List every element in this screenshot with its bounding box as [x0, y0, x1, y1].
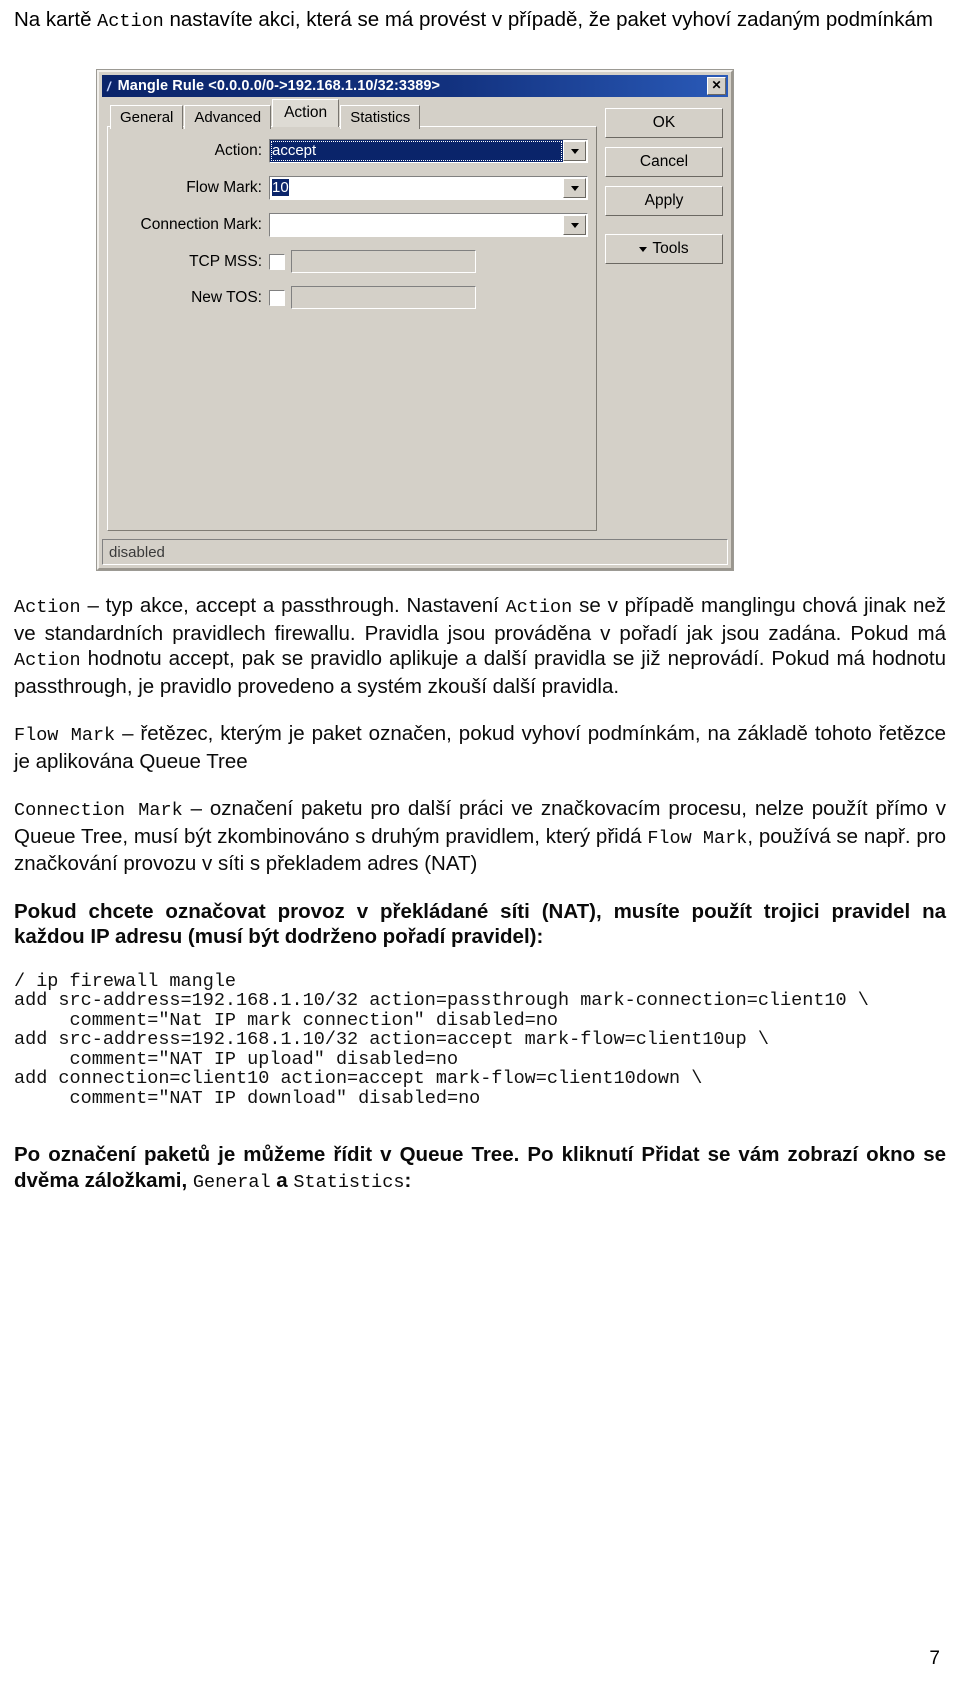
page-number: 7 — [929, 1648, 940, 1669]
apply-button[interactable]: Apply — [605, 186, 723, 216]
connection-mark-combobox[interactable] — [269, 213, 588, 237]
flow-mark-field-row: Flow Mark: 10 — [112, 176, 588, 200]
connection-mark-value[interactable] — [270, 214, 563, 236]
new-tos-input[interactable] — [291, 286, 476, 309]
final-text-3: : — [404, 1168, 412, 1192]
queue-tree-block: Po označení paketů je můžeme řídit v Que… — [14, 1142, 946, 1195]
mangle-rule-window: / Mangle Rule <0.0.0.0/0->192.168.1.10/3… — [96, 69, 734, 571]
new-tos-checkbox[interactable] — [269, 289, 285, 306]
action-text-3: hodnotu accept, pak se pravidlo aplikuje… — [14, 647, 946, 698]
dialog-button-column: OK Cancel Apply Tools — [605, 102, 723, 531]
intro-text-before: Na kartě — [14, 8, 98, 31]
term-flow-mark-2: Flow Mark — [647, 827, 748, 849]
nat-instruction-block: Pokud chcete označovat provoz v překláda… — [14, 899, 946, 950]
chevron-down-icon — [570, 148, 579, 154]
flow-mark-value: 10 — [272, 179, 289, 196]
intro-text-after: nastavíte akci, která se má provést v př… — [163, 8, 933, 31]
flow-mark-paragraph: Flow Mark – řetězec, kterým je paket ozn… — [14, 721, 946, 774]
final-text-2: a — [270, 1168, 294, 1192]
new-tos-field-row: New TOS: — [112, 286, 588, 309]
close-icon[interactable]: ✕ — [707, 77, 726, 95]
tcp-mss-checkbox[interactable] — [269, 253, 285, 270]
tab-general[interactable]: General — [110, 105, 184, 129]
action-description-block: Action – typ akce, accept a passthrough.… — [14, 593, 946, 699]
action-combobox[interactable]: accept — [269, 139, 588, 163]
screenshot-figure: / Mangle Rule <0.0.0.0/0->192.168.1.10/3… — [14, 69, 946, 571]
cli-code-block: / ip firewall mangle add src-address=192… — [14, 970, 946, 1109]
status-text: disabled — [109, 543, 165, 561]
term-flow-mark: Flow Mark — [14, 725, 116, 746]
ok-button[interactable]: OK — [605, 108, 723, 138]
tab-statistics[interactable]: Statistics — [340, 105, 421, 129]
term-action-2: Action — [505, 597, 573, 618]
term-general: General — [192, 1171, 271, 1193]
cancel-button[interactable]: Cancel — [605, 147, 723, 177]
connection-mark-field-row: Connection Mark: — [112, 213, 588, 237]
flow-mark-text: – řetězec, kterým je paket označen, poku… — [14, 722, 946, 773]
connection-mark-label: Connection Mark: — [140, 216, 262, 233]
connection-mark-paragraph: Connection Mark – označení paketu pro da… — [14, 796, 946, 877]
term-action: Action — [14, 597, 81, 618]
action-field-row: Action: accept — [112, 139, 588, 163]
tab-strip: General Advanced Action Statistics — [107, 99, 597, 129]
connection-mark-description-block: Connection Mark – označení paketu pro da… — [14, 796, 946, 877]
tcp-mss-label: TCP MSS: — [189, 252, 262, 270]
tcp-mss-input[interactable] — [291, 250, 476, 273]
flow-mark-description-block: Flow Mark – řetězec, kterým je paket ozn… — [14, 721, 946, 774]
pencil-icon: / — [107, 78, 111, 94]
tab-advanced[interactable]: Advanced — [184, 105, 272, 129]
action-dropdown-button[interactable] — [563, 141, 586, 161]
document-page: Na kartě Action nastavíte akci, která se… — [0, 0, 960, 1684]
status-bar: disabled — [102, 539, 728, 565]
chevron-down-icon — [570, 185, 579, 191]
flow-mark-label: Flow Mark: — [186, 179, 262, 196]
intro-paragraph: Na kartě Action nastavíte akci, která se… — [14, 6, 946, 35]
flow-mark-combobox[interactable]: 10 — [269, 176, 588, 200]
term-action-3: Action — [14, 650, 81, 671]
mangle-command-code: / ip firewall mangle add src-address=192… — [14, 970, 869, 1109]
nat-paragraph: Pokud chcete označovat provoz v překláda… — [14, 899, 946, 949]
window-titlebar[interactable]: / Mangle Rule <0.0.0.0/0->192.168.1.10/3… — [102, 75, 728, 97]
tools-button-label: Tools — [652, 240, 689, 257]
flow-mark-value-wrap[interactable]: 10 — [270, 177, 563, 199]
term-statistics: Statistics — [293, 1171, 405, 1193]
action-tab-panel: Action: accept Flow Mark: 10 Connection … — [107, 126, 597, 531]
chevron-down-icon — [570, 222, 579, 228]
tools-button[interactable]: Tools — [605, 234, 723, 264]
action-value[interactable]: accept — [270, 140, 563, 162]
action-label: Action: — [214, 142, 262, 159]
intro-code-action: Action — [97, 11, 164, 32]
tab-action[interactable]: Action — [272, 99, 340, 127]
flow-mark-dropdown-button[interactable] — [563, 178, 586, 198]
chevron-down-icon — [639, 246, 648, 252]
term-connection-mark: Connection Mark — [14, 800, 183, 821]
final-text-1: Po označení paketů je můžeme řídit v Que… — [14, 1143, 946, 1192]
new-tos-label: New TOS: — [191, 288, 262, 306]
connection-mark-dropdown-button[interactable] — [563, 215, 586, 235]
final-paragraph: Po označení paketů je můžeme řídit v Que… — [14, 1142, 946, 1195]
action-text-1: – typ akce, accept a passthrough. Nastav… — [80, 594, 506, 617]
action-paragraph: Action – typ akce, accept a passthrough.… — [14, 593, 946, 699]
tcp-mss-field-row: TCP MSS: — [112, 250, 588, 273]
window-title: Mangle Rule <0.0.0.0/0->192.168.1.10/32:… — [117, 78, 441, 94]
